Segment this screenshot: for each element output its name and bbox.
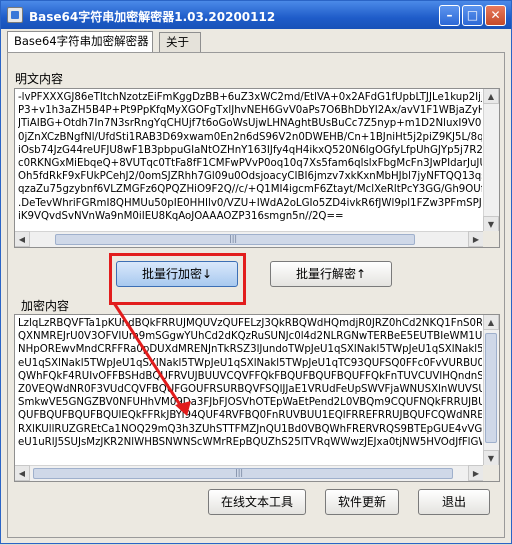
main-window: Base64字符串加密解密器1.03.20200112 – □ ✕ Base64… <box>0 0 512 544</box>
annotation-arrow-icon <box>112 302 191 416</box>
